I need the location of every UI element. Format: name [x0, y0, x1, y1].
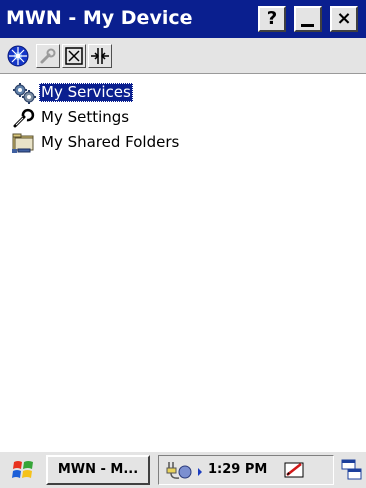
minimize-button[interactable] — [294, 6, 322, 32]
tree-item-label: My Services — [39, 83, 133, 102]
close-button[interactable]: × — [330, 6, 358, 32]
window-title: MWN - My Device — [6, 7, 193, 29]
shared-folder-icon — [12, 133, 34, 153]
toolbar — [0, 38, 366, 74]
windows-logo-icon — [12, 461, 33, 478]
split-icon — [91, 48, 109, 64]
gears-icon — [13, 83, 36, 104]
globe-icon — [7, 45, 29, 67]
title-bar: MWN - My Device ? × — [0, 0, 366, 38]
box-x-icon — [65, 47, 83, 65]
toolbar-globe-button[interactable] — [6, 44, 30, 68]
tree-item-label: My Settings — [41, 108, 130, 126]
task-button-mwn[interactable]: MWN - M... — [46, 455, 150, 485]
input-panel-icon[interactable] — [283, 459, 307, 481]
show-desktop-button[interactable] — [340, 458, 364, 482]
clock[interactable]: 1:29 PM — [208, 461, 267, 479]
minimize-icon — [301, 24, 314, 27]
tree-item-label: My Shared Folders — [41, 133, 180, 151]
wrench-icon — [40, 48, 56, 64]
windows-icon — [341, 459, 362, 480]
system-tray: 1:29 PM — [158, 455, 334, 485]
start-button[interactable] — [8, 457, 38, 483]
wrench-icon — [13, 108, 35, 128]
network-connection-icon[interactable] — [165, 459, 205, 481]
toolbar-wrench-button[interactable] — [36, 44, 60, 68]
help-button[interactable]: ? — [258, 6, 286, 32]
taskbar: MWN - M... 1:29 PM — [0, 450, 366, 488]
toolbar-box-x-button[interactable] — [62, 44, 86, 68]
toolbar-split-button[interactable] — [88, 44, 112, 68]
